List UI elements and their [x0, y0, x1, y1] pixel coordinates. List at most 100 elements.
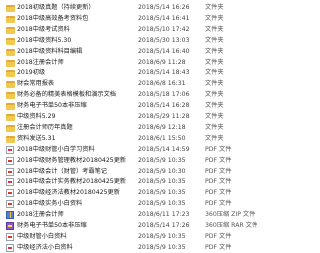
file-date: 2018/5/14 16:26	[138, 4, 190, 11]
file-type: PDF 文件	[205, 243, 232, 251]
file-date: 2018/5/9 10:35	[138, 243, 186, 251]
file-type: 文件夹	[205, 47, 224, 55]
pdf-icon	[6, 232, 14, 241]
file-date: 2018/5/14 16:41	[138, 14, 190, 22]
folder-icon	[6, 59, 15, 67]
file-type: 文件夹	[205, 4, 224, 11]
file-name: 2018中级会计（财管）考霸笔记	[17, 167, 107, 175]
file-type: PDF 文件	[205, 189, 232, 197]
file-row[interactable]: 财务电子书单50本非压缩 2018/5/14 16:28 文件夹	[0, 101, 257, 111]
folder-icon	[6, 26, 15, 34]
file-name: 2018中级资料5.30	[17, 36, 72, 44]
file-row[interactable]: 注册会计师历年真题 2018/6/9 12:18 文件夹	[0, 123, 257, 133]
folder-icon	[6, 124, 15, 132]
file-row[interactable]: 2018中级资料5.30 2018/5/30 13:03 文件夹	[0, 36, 257, 46]
file-type: 文件夹	[205, 36, 224, 44]
file-name: 2018中级财务管理教材20180425更新	[17, 156, 127, 164]
folder-icon	[6, 103, 15, 111]
file-name: 中级财管小白资料	[17, 232, 67, 240]
file-type: PDF 文件	[205, 232, 232, 240]
file-row[interactable]: 2018中级实务小白资料 2018/5/9 10:35 PDF 文件	[0, 199, 257, 209]
file-type: PDF 文件	[205, 156, 232, 164]
pdf-icon	[6, 189, 14, 198]
file-name: 财会常用报表	[17, 80, 55, 88]
file-row[interactable]: 2018中级高效备考资料包 2018/5/14 16:41 文件夹	[0, 14, 257, 24]
file-name: 财务必备的精美表格模板和演示文档	[17, 91, 116, 99]
folder-icon	[6, 5, 15, 12]
file-date: 2018/6/9 11:28	[138, 58, 186, 66]
file-date: 2018/5/18 17:06	[138, 91, 190, 99]
file-row[interactable]: 2018中级考试资料 2018/5/10 17:42 文件夹	[0, 25, 257, 35]
file-date: 2018/6/11 17:23	[138, 211, 190, 219]
file-row[interactable]: 2019初级 2018/5/14 18:43 文件夹	[0, 68, 257, 78]
file-date: 2018/5/14 18:43	[138, 69, 190, 77]
file-row[interactable]: 中级财管小白资料 2018/5/9 10:35 PDF 文件	[0, 232, 257, 242]
file-name: 财务电子书单50本非压缩	[17, 222, 87, 229]
pdf-icon	[6, 178, 14, 187]
folder-icon	[6, 70, 15, 78]
file-name: 2018中级会计实务教材20180425更新	[17, 178, 127, 186]
file-row[interactable]: 2018中级财务管理教材20180425更新 2018/5/9 10:35 PDF …	[0, 156, 257, 166]
file-row[interactable]: 2018注册会计师 2018/6/9 11:28 文件夹	[0, 58, 257, 68]
folder-icon	[6, 114, 15, 121]
file-row[interactable]: 2018中级经济法教材20180425更新 2018/5/9 10:35 PDF 文…	[0, 188, 257, 198]
file-type: 360压缩 ZIP 文件	[205, 211, 256, 219]
file-row[interactable]: 2018中级会计实务教材20180425更新 2018/5/9 10:35 PDF …	[0, 177, 257, 187]
folder-icon	[6, 92, 15, 100]
folder-icon	[6, 37, 15, 45]
file-type: 文件夹	[205, 91, 224, 99]
file-date: 2018/5/9 10:35	[138, 200, 186, 208]
file-name: 2018注册会计师	[17, 58, 64, 66]
pdf-icon	[6, 200, 14, 209]
file-date: 2018/5/9 10:35	[138, 178, 186, 186]
rar-icon	[6, 222, 14, 230]
file-type: PDF 文件	[205, 167, 232, 175]
file-name: 2018注册会计师	[17, 211, 64, 219]
file-name: 财务电子书单50本非压缩	[17, 102, 87, 110]
file-type: 文件夹	[205, 134, 224, 142]
file-date: 2018/5/9 10:35	[138, 189, 186, 197]
file-name: 2018中级实务小白资料	[17, 200, 83, 208]
file-date: 2018/5/14 17:26	[138, 222, 190, 229]
pdf-icon	[6, 167, 14, 176]
file-row[interactable]: 资料发送5.31 2018/6/1 15:50 文件夹	[0, 134, 257, 144]
file-type: 360压缩 RAR 文件	[205, 222, 257, 229]
file-type: 文件夹	[205, 58, 224, 66]
file-date: 2018/5/14 14:59	[138, 145, 190, 153]
file-name: 2018中级财管小白学习资料	[17, 145, 95, 153]
file-name: 2018中级经济法教材20180425更新	[17, 189, 120, 197]
folder-icon	[6, 15, 15, 23]
file-type: PDF 文件	[205, 200, 232, 208]
file-date: 2018/5/10 17:42	[138, 25, 190, 33]
file-list: 2018初级真题（持续更新） 2018/5/14 16:26 文件夹 2018中级高效…	[0, 0, 257, 253]
file-date: 2018/5/9 10:30	[138, 167, 186, 175]
zip-icon	[6, 211, 14, 220]
file-date: 2018/6/9 12:18	[138, 123, 186, 131]
file-date: 2018/6/8 16:31	[138, 80, 186, 88]
file-row[interactable]: 财务电子书单50本非压缩 2018/5/14 17:26 360压缩 RAR 文件	[0, 221, 257, 231]
file-row[interactable]: 财务必备的精美表格模板和演示文档 2018/5/18 17:06 文件夹	[0, 90, 257, 100]
file-name: 注册会计师历年真题	[17, 123, 73, 131]
pdf-icon	[6, 145, 14, 154]
file-row[interactable]: 2018中级资料科目编辑 2018/5/14 16:40 文件夹	[0, 47, 257, 57]
file-type: 文件夹	[205, 80, 224, 88]
file-row[interactable]: 中级资料5.29 2018/5/29 11:28 文件夹	[0, 112, 257, 122]
folder-icon	[6, 81, 15, 89]
pdf-icon	[6, 156, 14, 165]
file-type: 文件夹	[205, 102, 224, 110]
file-date: 2018/5/29 11:28	[138, 113, 190, 120]
file-type: PDF 文件	[205, 178, 232, 186]
file-type: 文件夹	[205, 113, 224, 120]
file-type: 文件夹	[205, 69, 224, 77]
folder-icon	[6, 135, 15, 143]
file-name: 2019初级	[17, 69, 46, 77]
file-row[interactable]: 2018中级会计（财管）考霸笔记 2018/5/9 10:30 PDF 文件	[0, 167, 257, 177]
pdf-icon	[6, 243, 14, 252]
file-type: 文件夹	[205, 14, 224, 22]
file-row[interactable]: 中级经济法小白资料 2018/5/9 10:35 PDF 文件	[0, 243, 257, 253]
file-row[interactable]: 2018中级财管小白学习资料 2018/5/14 14:59 PDF 文件	[0, 145, 257, 155]
file-row[interactable]: 2018注册会计师 2018/6/11 17:23 360压缩 ZIP 文件	[0, 210, 257, 220]
file-row[interactable]: 财会常用报表 2018/6/8 16:31 文件夹	[0, 79, 257, 89]
file-type: 文件夹	[205, 25, 224, 33]
file-row[interactable]: 2018初级真题（持续更新） 2018/5/14 16:26 文件夹	[0, 3, 257, 13]
